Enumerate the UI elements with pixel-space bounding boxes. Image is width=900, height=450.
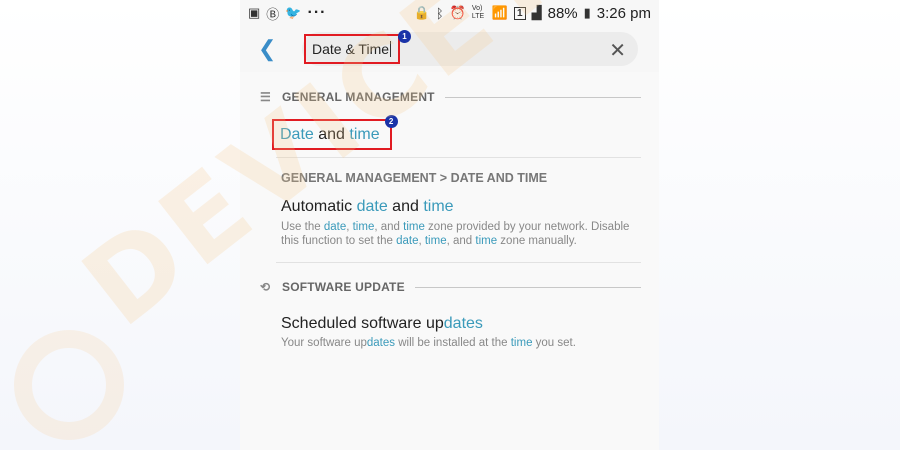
section-header-general-management: ☰ GENERAL MANAGEMENT xyxy=(240,83,659,111)
search-input[interactable]: Date & Time 1 xyxy=(304,30,411,64)
image-icon: ▣ xyxy=(248,5,261,20)
result-scheduled-software-updates[interactable]: Scheduled software updates Your software… xyxy=(240,301,659,350)
search-box[interactable]: Date & Time 1 ✕ xyxy=(302,30,638,66)
software-update-icon: ⟲ xyxy=(260,280,271,294)
sim-label: 1 xyxy=(514,6,526,20)
sd-a: Your software up xyxy=(281,337,367,349)
bluetooth-icon: ᛒ xyxy=(435,5,444,21)
section-divider xyxy=(444,96,641,98)
sd-b: dates xyxy=(366,337,396,349)
sd-c: will be installed at the xyxy=(395,337,511,349)
step-badge-2: 2 xyxy=(384,115,398,128)
hl-time: time xyxy=(349,125,380,143)
b-icon: Ⓑ xyxy=(266,6,280,22)
t-d: time xyxy=(423,198,454,215)
battery-percent: 88% xyxy=(547,4,578,22)
wifi-icon: 📶 xyxy=(491,5,509,20)
d-a: Use the xyxy=(281,221,324,233)
phone-screen: ▣ Ⓑ 🐦 ··· 🔒 ᛒ ⏰ Vo) LTE 📶 1 ▟ 88% ▮ 3:26… xyxy=(240,0,659,450)
battery-icon: ▮ xyxy=(583,5,591,20)
lock-icon: 🔒 xyxy=(413,5,430,20)
sd-e: you set. xyxy=(532,337,576,349)
item-description: Your software updates will be installed … xyxy=(240,336,659,350)
clear-icon[interactable]: ✕ xyxy=(609,38,626,63)
search-results: ☰ GENERAL MANAGEMENT Date and time 2 GEN… xyxy=(240,72,659,450)
breadcrumb: GENERAL MANAGEMENT > DATE AND TIME xyxy=(281,171,548,185)
d-f: time xyxy=(403,221,425,233)
hl-date: Date xyxy=(280,125,314,143)
d-l: time xyxy=(475,235,498,247)
d-k: , and xyxy=(446,235,476,247)
section-title: SOFTWARE UPDATE xyxy=(282,280,405,294)
section-divider xyxy=(414,286,641,288)
clock: 3:26 pm xyxy=(596,4,651,22)
d-b: date xyxy=(323,221,347,233)
watermark-logo xyxy=(14,330,124,440)
step-badge-1: 1 xyxy=(398,30,411,43)
text-caret xyxy=(390,41,392,57)
twitter-icon: 🐦 xyxy=(285,5,302,20)
signal-icon: ▟ xyxy=(531,5,542,20)
text-and: and xyxy=(313,125,350,143)
result-automatic-date-time[interactable]: GENERAL MANAGEMENT > DATE AND TIME Autom… xyxy=(240,158,659,248)
sliders-icon: ☰ xyxy=(260,90,271,104)
d-j: time xyxy=(424,235,447,247)
right-background xyxy=(659,0,900,450)
d-m: zone manually. xyxy=(497,235,577,247)
d-h: date xyxy=(396,235,419,247)
search-query: Date & Time xyxy=(312,41,390,57)
s-b: dates xyxy=(443,315,483,332)
alarm-icon: ⏰ xyxy=(449,5,466,20)
d-e: , and xyxy=(374,221,404,233)
t-a: Automatic xyxy=(281,198,357,215)
sd-d: time xyxy=(510,337,533,349)
status-bar: ▣ Ⓑ 🐦 ··· 🔒 ᛒ ⏰ Vo) LTE 📶 1 ▟ 88% ▮ 3:26… xyxy=(240,0,659,26)
date-and-time-item[interactable]: Date and time 2 xyxy=(272,115,398,150)
section-header-software-update: ⟲ SOFTWARE UPDATE xyxy=(240,273,659,301)
d-d: time xyxy=(352,221,375,233)
volte-label: Vo) LTE xyxy=(471,5,485,20)
result-date-and-time[interactable]: Date and time 2 xyxy=(240,115,659,150)
t-b: date xyxy=(356,198,388,215)
section-title: GENERAL MANAGEMENT xyxy=(282,90,435,104)
back-arrow-icon[interactable]: ❮ xyxy=(258,36,288,62)
item-description: Use the date, time, and time zone provid… xyxy=(240,220,659,248)
s-a: Scheduled software up xyxy=(281,315,444,332)
item-title: Automatic date and time xyxy=(240,198,659,216)
more-dots-icon: ··· xyxy=(307,4,327,21)
search-app-bar: ❮ Date & Time 1 ✕ xyxy=(240,26,659,72)
t-c: and xyxy=(387,198,424,215)
item-title: Scheduled software updates xyxy=(240,315,659,333)
